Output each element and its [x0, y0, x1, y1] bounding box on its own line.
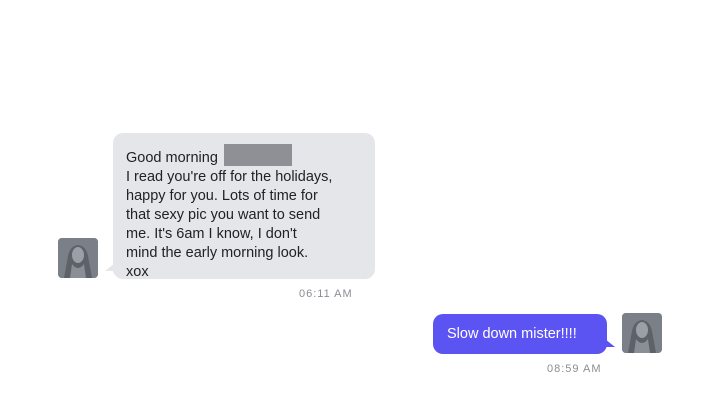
- message-line: happy for you. Lots of time for: [126, 188, 318, 204]
- bubble-tail: [605, 339, 615, 347]
- greeting-line: Good morning: [126, 144, 361, 168]
- chat-conversation: Good morning I read you're off for the h…: [0, 0, 712, 420]
- person-photo-icon: [58, 238, 98, 278]
- redaction-block: [223, 144, 292, 166]
- bubble-tail: [105, 263, 115, 271]
- outgoing-timestamp: 08:59 AM: [547, 363, 602, 375]
- outgoing-message-bubble[interactable]: Slow down mister!!!!: [433, 314, 615, 354]
- message-line: I read you're off for the holidays,: [126, 169, 333, 185]
- outgoing-message-text: Slow down mister!!!!: [447, 325, 577, 342]
- incoming-message-bubble[interactable]: Good morning I read you're off for the h…: [105, 133, 375, 280]
- person-photo-icon: [622, 313, 662, 353]
- sender-avatar[interactable]: [58, 238, 98, 278]
- own-avatar[interactable]: [622, 313, 662, 353]
- message-line: me. It's 6am I know, I don't: [126, 226, 297, 242]
- message-line: mind the early morning look.: [126, 245, 309, 261]
- incoming-timestamp: 06:11 AM: [299, 288, 353, 300]
- greeting-text: Good morning: [126, 150, 218, 166]
- message-line: that sexy pic you want to send: [126, 207, 321, 223]
- message-line: xox: [126, 264, 149, 280]
